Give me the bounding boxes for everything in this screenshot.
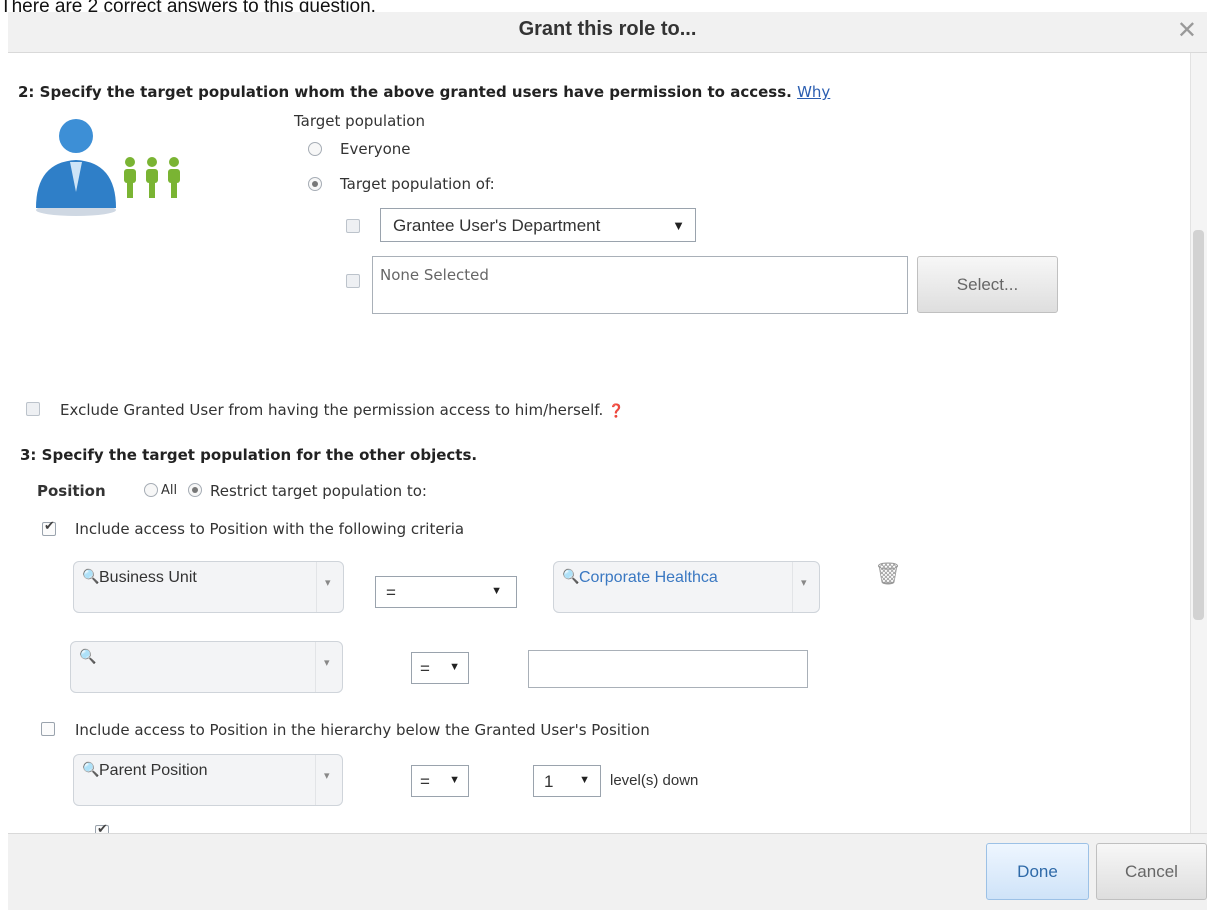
levels-value: 1 <box>544 772 554 791</box>
cancel-button[interactable]: Cancel <box>1096 843 1207 900</box>
exclude-granted-user-label: Exclude Granted User from having the per… <box>60 401 624 419</box>
target-population-of-radio[interactable] <box>308 177 322 191</box>
hierarchy-operator-value: = <box>420 772 430 791</box>
none-selected-checkbox[interactable] <box>346 274 360 288</box>
all-radio[interactable] <box>144 483 158 497</box>
hierarchy-field-value: Parent Position <box>99 762 208 779</box>
target-population-people-icon <box>36 119 180 216</box>
all-label: All <box>161 483 178 498</box>
criteria-operator-value: = <box>386 583 396 602</box>
exclude-granted-user-text: Exclude Granted User from having the per… <box>60 401 604 419</box>
position-label: Position <box>37 482 106 500</box>
include-criteria-label: Include access to Position with the foll… <box>75 520 465 538</box>
section-2-heading-text: 2: Specify the target population whom th… <box>18 83 792 101</box>
trash-icon[interactable]: 🗑 <box>874 562 902 587</box>
chevron-down-icon: ▼ <box>672 218 685 233</box>
target-population-of-label: Target population of: <box>340 175 495 193</box>
chevron-down-icon[interactable] <box>316 562 343 612</box>
chevron-down-icon: ▼ <box>449 661 460 673</box>
levels-select[interactable]: 1 ▼ <box>533 765 601 797</box>
scrollbar-thumb[interactable] <box>1193 230 1204 620</box>
criteria-value-text: Corporate Healthca <box>579 569 718 586</box>
department-select[interactable]: Grantee User's Department ▼ <box>380 208 696 242</box>
criteria-field-combo[interactable]: 🔍 Business Unit <box>73 561 344 613</box>
include-hierarchy-checkbox[interactable] <box>41 722 55 736</box>
select-button[interactable]: Select... <box>917 256 1058 313</box>
restrict-radio[interactable] <box>188 483 202 497</box>
none-selected-text: None Selected <box>380 266 489 284</box>
done-button[interactable]: Done <box>986 843 1089 900</box>
criteria-operator-select[interactable]: = ▼ <box>375 576 517 608</box>
search-icon: 🔍 <box>82 762 100 778</box>
chevron-down-icon: ▼ <box>579 774 590 786</box>
none-selected-field[interactable]: None Selected <box>372 256 908 314</box>
why-link[interactable]: Why <box>797 83 830 101</box>
department-select-value: Grantee User's Department <box>393 216 601 235</box>
exclude-granted-user-checkbox[interactable] <box>26 402 40 416</box>
target-population-label: Target population <box>294 112 425 130</box>
criteria-operator-select-2[interactable]: = ▼ <box>411 652 469 684</box>
section-3-heading: 3: Specify the target population for the… <box>20 446 478 464</box>
criteria-value-combo[interactable]: 🔍 Corporate Healthca <box>553 561 820 613</box>
chevron-down-icon[interactable] <box>315 642 342 692</box>
criteria-field-combo-empty[interactable]: 🔍 <box>70 641 343 693</box>
everyone-radio[interactable] <box>308 142 322 156</box>
hierarchy-operator-select[interactable]: = ▼ <box>411 765 469 797</box>
include-criteria-checkbox[interactable] <box>42 519 56 536</box>
section-2-heading: 2: Specify the target population whom th… <box>18 83 830 101</box>
help-icon[interactable]: ❓ <box>608 404 624 419</box>
hierarchy-field-combo[interactable]: 🔍 Parent Position <box>73 754 343 806</box>
everyone-label: Everyone <box>340 140 411 158</box>
close-icon[interactable]: ✕ <box>1177 16 1197 45</box>
search-icon: 🔍 <box>82 569 100 585</box>
criteria-operator-value-2: = <box>420 659 430 678</box>
dialog-footer: Done Cancel <box>8 833 1207 910</box>
chevron-down-icon: ▼ <box>449 774 460 786</box>
include-hierarchy-label: Include access to Position in the hierar… <box>75 721 650 739</box>
department-checkbox[interactable] <box>346 219 360 233</box>
levels-down-label: level(s) down <box>610 772 699 789</box>
chevron-down-icon[interactable] <box>792 562 819 612</box>
restrict-label: Restrict target population to: <box>210 482 427 500</box>
search-icon: 🔍 <box>79 649 97 665</box>
criteria-field-value: Business Unit <box>99 569 197 586</box>
criteria-value-input[interactable] <box>528 650 808 688</box>
chevron-down-icon[interactable] <box>315 755 342 805</box>
search-icon: 🔍 <box>562 569 580 585</box>
dialog-header: Grant this role to... ✕ <box>8 12 1207 53</box>
chevron-down-icon: ▼ <box>491 585 502 597</box>
dialog-title: Grant this role to... <box>518 18 697 40</box>
